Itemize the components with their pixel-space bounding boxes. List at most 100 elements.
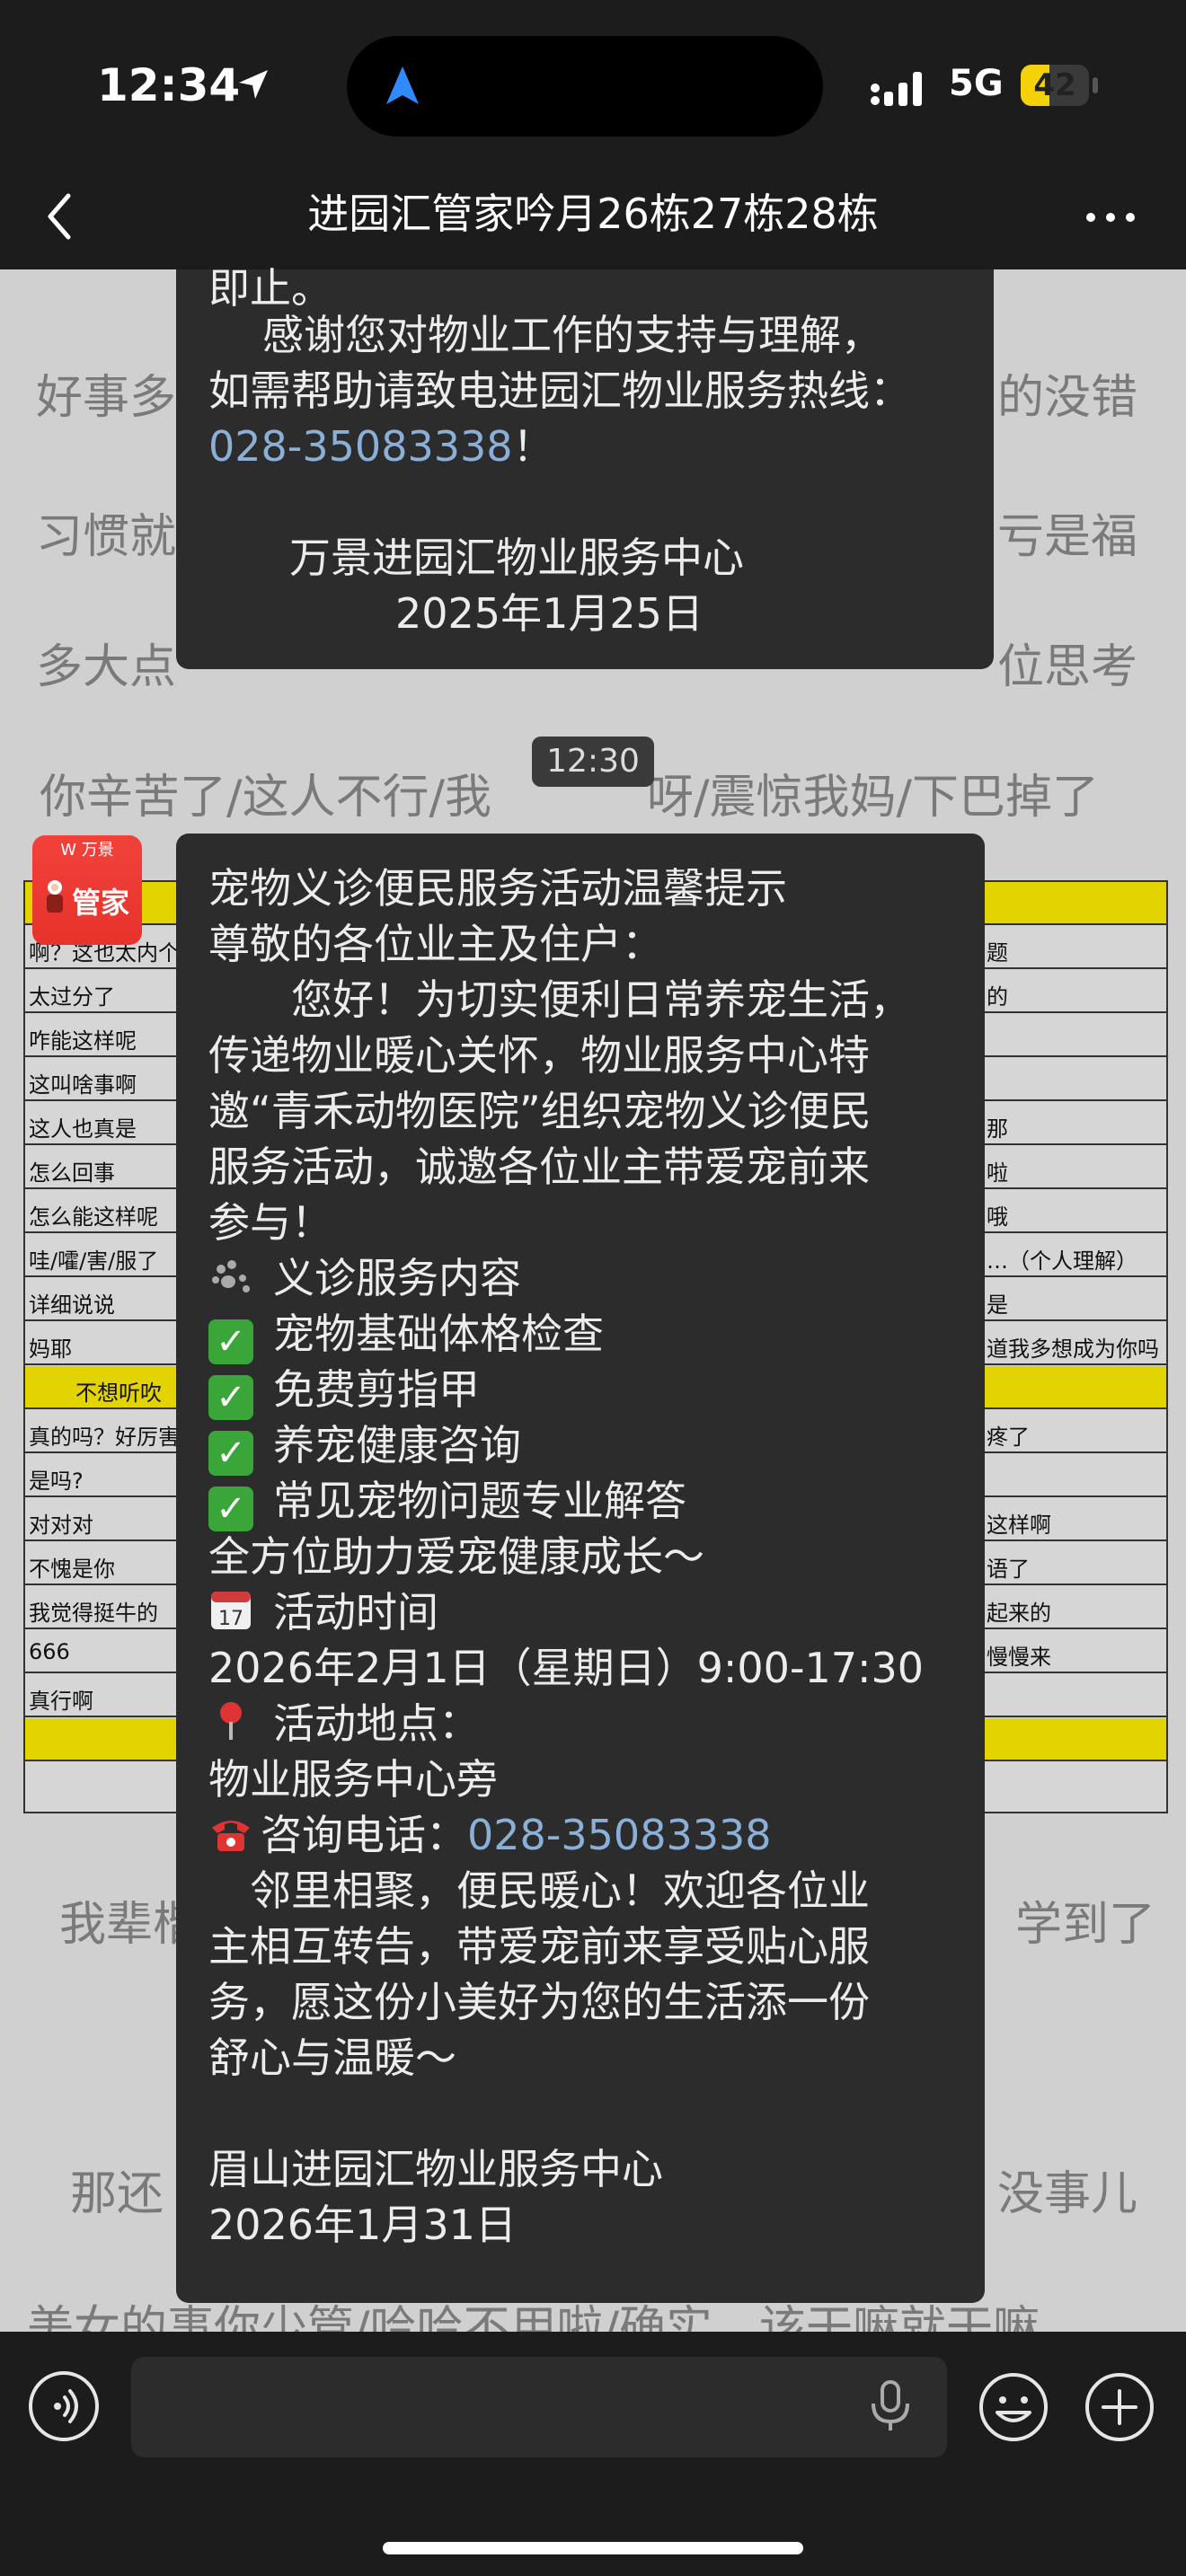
paw-prints-icon — [212, 1260, 250, 1292]
message-line: 感谢您对物业工作的支持与理解， — [262, 311, 882, 359]
phone-line: 咨询电话：028-35083338 — [208, 1807, 772, 1863]
sheet-cell: 这样啊 — [987, 1513, 1051, 1538]
microphone-icon[interactable] — [859, 2375, 922, 2438]
wallpaper-text: 习惯就 — [36, 510, 177, 564]
wallpaper-text: 那还 — [70, 2167, 164, 2221]
message-greeting: 尊敬的各位业主及住户： — [208, 920, 663, 968]
sheet-cell: 哦 — [987, 1204, 1008, 1230]
service-item: ✓ 养宠健康咨询 — [208, 1417, 521, 1476]
sheet-cell: 真行啊 — [29, 1689, 93, 1714]
phone-label: 咨询电话： — [261, 1811, 467, 1859]
chat-header: 进园汇管家吟月26栋27栋28栋 — [0, 162, 1186, 269]
message-line: 服务活动，诚邀各位业主带爱宠前来 — [208, 1142, 870, 1191]
pushpin-icon — [220, 1702, 242, 1740]
sheet-cell: 是吗? — [29, 1469, 84, 1494]
battery-tip — [1093, 77, 1098, 93]
wallpaper-text: 多大点 — [36, 640, 177, 694]
service-item-label: 养宠健康咨询 — [273, 1421, 521, 1469]
sheet-cell: 是 — [987, 1292, 1008, 1318]
wallpaper-text: 好事多 — [36, 371, 177, 425]
phone-link[interactable]: 028-35083338 — [467, 1811, 772, 1859]
message-date: 2025年1月25日 — [395, 589, 704, 638]
calendar-day: 17 — [218, 1608, 243, 1630]
checkmark-icon: ✓ — [208, 1319, 253, 1364]
sheet-cell: 的 — [987, 984, 1008, 1010]
status-time: 12:34 — [97, 59, 241, 111]
more-options-icon[interactable] — [1075, 190, 1146, 244]
message-line: 邻里相聚，便民暖心！欢迎各位业 — [208, 1866, 870, 1915]
sheet-cell: 那 — [987, 1116, 1008, 1142]
wallpaper-text: 位思考 — [997, 640, 1138, 694]
message-line: 传递物业暖心关怀，物业服务中心特 — [208, 1031, 870, 1080]
status-bar: 12:34 5G 42 — [0, 0, 1186, 162]
wallpaper-text: 你辛苦了/这人不行/我 — [40, 771, 492, 825]
message-line: 主相互转告，带爱宠前来享受贴心服 — [208, 1922, 870, 1971]
sheet-cell: 怎么回事 — [29, 1160, 115, 1186]
wallpaper-text: 亏是福 — [997, 510, 1138, 564]
emoji-icon[interactable] — [978, 2371, 1049, 2443]
phone-suffix: ！ — [512, 422, 554, 471]
service-item: ✓ 常见宠物问题专业解答 — [208, 1473, 686, 1531]
wallpaper-text: 没事儿 — [997, 2167, 1138, 2221]
sheet-cell: 语了 — [987, 1557, 1030, 1582]
wallpaper-text: 学到了 — [1015, 1898, 1156, 1952]
sheet-cell: 详细说说 — [29, 1292, 115, 1318]
wallpaper-text: 的没错 — [997, 371, 1138, 425]
sheet-cell: 妈耶 — [29, 1337, 72, 1362]
service-item: ✓ 宠物基础体格检查 — [208, 1306, 604, 1364]
add-attachment-icon[interactable] — [1084, 2371, 1155, 2443]
wallpaper-text: 呀/震惊我妈/下巴掉了 — [647, 771, 1100, 825]
sheet-cell: 哇/嚯/害/服了 — [29, 1248, 159, 1274]
chat-timestamp: 12:30 — [532, 737, 654, 787]
dynamic-island[interactable] — [347, 36, 823, 137]
home-indicator[interactable] — [383, 2542, 803, 2554]
message-line: 全方位助力爱宠健康成长～ — [208, 1532, 704, 1581]
sheet-cell: …（个人理解） — [987, 1248, 1137, 1274]
network-type: 5G — [949, 63, 1004, 104]
avatar-label: 管家 — [72, 886, 130, 920]
sheet-cell: 我觉得挺牛的 — [29, 1601, 158, 1626]
service-item-label: 宠物基础体格检查 — [273, 1310, 604, 1358]
battery-icon: 42 — [1021, 65, 1089, 106]
calendar-icon: 17 — [211, 1592, 251, 1630]
service-item: ✓ 免费剪指甲 — [208, 1362, 480, 1420]
place-label: 活动地点： — [273, 1699, 480, 1748]
message-line: 参与！ — [208, 1198, 332, 1247]
sheet-cell: 这叫啥事啊 — [29, 1072, 137, 1098]
voice-input-button[interactable] — [29, 2371, 99, 2441]
message-bubble[interactable]: 即止。 感谢您对物业工作的支持与理解， 如需帮助请致电进园汇物业服务热线： 02… — [176, 264, 994, 669]
place-value: 物业服务中心旁 — [208, 1755, 498, 1804]
message-input[interactable] — [131, 2357, 947, 2457]
time-heading: 17 活动时间 — [208, 1584, 438, 1640]
sheet-cell: 不愧是你 — [29, 1557, 115, 1582]
message-bubble[interactable]: 宠物义诊便民服务活动温馨提示 尊敬的各位业主及住户： 您好！为切实便利日常养宠生… — [176, 834, 985, 2303]
sheet-cell: 题 — [987, 940, 1008, 966]
sheet-cell: 咋能这样呢 — [29, 1028, 137, 1054]
sheet-cell: 666 — [29, 1639, 70, 1664]
section-heading: 义诊服务内容 — [208, 1250, 521, 1306]
message-signature: 眉山进园汇物业服务中心 — [208, 2145, 663, 2193]
input-bar — [0, 2332, 1186, 2576]
cellular-signal-icon — [871, 72, 922, 106]
message-line: 如需帮助请致电进园汇物业服务热线： — [208, 366, 911, 415]
service-item-label: 免费剪指甲 — [273, 1365, 480, 1414]
message-line: 您好！为切实便利日常养宠生活， — [208, 975, 911, 1024]
navigation-icon — [386, 66, 419, 104]
place-heading: 活动地点： — [208, 1696, 480, 1751]
message-line: 务，愿这份小美好为您的生活添一份 — [208, 1978, 870, 2026]
message-phone-line: 028-35083338！ — [208, 419, 554, 474]
sheet-cell: 啦 — [987, 1160, 1008, 1186]
sheet-cell: 这人也真是 — [29, 1116, 137, 1142]
telephone-icon — [212, 1821, 250, 1851]
sheet-cell: 起来的 — [987, 1601, 1051, 1626]
sheet-cell: 真的吗？好厉害 — [29, 1425, 180, 1450]
mascot-icon — [47, 880, 63, 913]
back-chevron-icon[interactable] — [36, 185, 90, 248]
location-arrow-icon — [239, 70, 268, 99]
sender-avatar[interactable]: W 万景 管家 — [32, 835, 142, 945]
phone-link[interactable]: 028-35083338 — [208, 422, 513, 471]
message-signature: 万景进园汇物业服务中心 — [289, 534, 744, 582]
section-label: 义诊服务内容 — [273, 1254, 521, 1302]
checkmark-icon: ✓ — [208, 1486, 253, 1531]
sheet-cell: 慢慢来 — [987, 1645, 1051, 1670]
